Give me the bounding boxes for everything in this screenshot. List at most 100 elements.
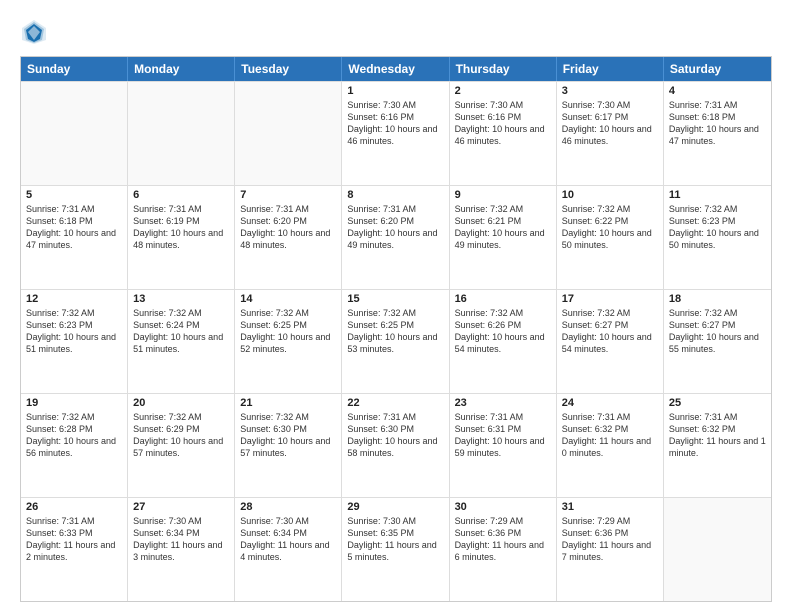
cal-cell-info: Sunrise: 7:32 AM Sunset: 6:30 PM Dayligh… <box>240 411 336 460</box>
cal-cell: 13 Sunrise: 7:32 AM Sunset: 6:24 PM Dayli… <box>128 290 235 393</box>
cal-cell: 27 Sunrise: 7:30 AM Sunset: 6:34 PM Dayli… <box>128 498 235 601</box>
cal-cell-info: Sunrise: 7:31 AM Sunset: 6:32 PM Dayligh… <box>562 411 658 460</box>
cal-week-1: 1 Sunrise: 7:30 AM Sunset: 6:16 PM Daylig… <box>21 81 771 185</box>
cal-cell-info: Sunrise: 7:31 AM Sunset: 6:18 PM Dayligh… <box>26 203 122 252</box>
cal-cell-info: Sunrise: 7:31 AM Sunset: 6:30 PM Dayligh… <box>347 411 443 460</box>
logo-icon <box>20 18 48 46</box>
cal-cell-info: Sunrise: 7:32 AM Sunset: 6:23 PM Dayligh… <box>669 203 766 252</box>
cal-cell: 29Sunrise: 7:30 AM Sunset: 6:35 PM Dayli… <box>342 498 449 601</box>
cal-header-sunday: Sunday <box>21 57 128 81</box>
cal-cell: 23 Sunrise: 7:31 AM Sunset: 6:31 PM Dayli… <box>450 394 557 497</box>
cal-cell: 17 Sunrise: 7:32 AM Sunset: 6:27 PM Dayli… <box>557 290 664 393</box>
cal-cell: 14 Sunrise: 7:32 AM Sunset: 6:25 PM Dayli… <box>235 290 342 393</box>
cal-day-number: 12 <box>26 293 122 305</box>
cal-cell: 10Sunrise: 7:32 AM Sunset: 6:22 PM Dayli… <box>557 186 664 289</box>
cal-day-number: 18 <box>669 293 766 305</box>
cal-cell-info: Sunrise: 7:32 AM Sunset: 6:27 PM Dayligh… <box>669 307 766 356</box>
cal-day-number: 13 <box>133 293 229 305</box>
cal-day-number: 11 <box>669 189 766 201</box>
cal-cell: 8 Sunrise: 7:31 AM Sunset: 6:20 PM Daylig… <box>342 186 449 289</box>
cal-cell-info: Sunrise: 7:31 AM Sunset: 6:20 PM Dayligh… <box>240 203 336 252</box>
cal-cell-info: Sunrise: 7:30 AM Sunset: 6:34 PM Dayligh… <box>133 515 229 564</box>
cal-cell: 25 Sunrise: 7:31 AM Sunset: 6:32 PM Dayli… <box>664 394 771 497</box>
cal-day-number: 8 <box>347 189 443 201</box>
cal-cell-info: Sunrise: 7:32 AM Sunset: 6:22 PM Dayligh… <box>562 203 658 252</box>
cal-cell <box>235 82 342 185</box>
cal-day-number: 23 <box>455 397 551 409</box>
cal-cell <box>21 82 128 185</box>
cal-cell: 4 Sunrise: 7:31 AM Sunset: 6:18 PM Daylig… <box>664 82 771 185</box>
cal-day-number: 16 <box>455 293 551 305</box>
cal-cell: 31 Sunrise: 7:29 AM Sunset: 6:36 PM Dayli… <box>557 498 664 601</box>
cal-cell: 6Sunrise: 7:31 AM Sunset: 6:19 PM Daylig… <box>128 186 235 289</box>
cal-cell: 16Sunrise: 7:32 AM Sunset: 6:26 PM Dayli… <box>450 290 557 393</box>
cal-cell <box>128 82 235 185</box>
cal-day-number: 4 <box>669 85 766 97</box>
cal-day-number: 26 <box>26 501 122 513</box>
cal-cell-info: Sunrise: 7:32 AM Sunset: 6:25 PM Dayligh… <box>240 307 336 356</box>
cal-day-number: 1 <box>347 85 443 97</box>
cal-cell-info: Sunrise: 7:31 AM Sunset: 6:18 PM Dayligh… <box>669 99 766 148</box>
cal-day-number: 24 <box>562 397 658 409</box>
cal-cell: 30 Sunrise: 7:29 AM Sunset: 6:36 PM Dayli… <box>450 498 557 601</box>
cal-day-number: 25 <box>669 397 766 409</box>
cal-cell: 26 Sunrise: 7:31 AM Sunset: 6:33 PM Dayli… <box>21 498 128 601</box>
cal-header-monday: Monday <box>128 57 235 81</box>
cal-cell: 9 Sunrise: 7:32 AM Sunset: 6:21 PM Daylig… <box>450 186 557 289</box>
cal-cell: 1Sunrise: 7:30 AM Sunset: 6:16 PM Daylig… <box>342 82 449 185</box>
logo <box>20 18 52 46</box>
cal-cell-info: Sunrise: 7:31 AM Sunset: 6:32 PM Dayligh… <box>669 411 766 460</box>
cal-cell: 11 Sunrise: 7:32 AM Sunset: 6:23 PM Dayli… <box>664 186 771 289</box>
cal-cell: 2 Sunrise: 7:30 AM Sunset: 6:16 PM Daylig… <box>450 82 557 185</box>
cal-day-number: 17 <box>562 293 658 305</box>
cal-cell: 18 Sunrise: 7:32 AM Sunset: 6:27 PM Dayli… <box>664 290 771 393</box>
cal-day-number: 30 <box>455 501 551 513</box>
cal-day-number: 5 <box>26 189 122 201</box>
cal-header-friday: Friday <box>557 57 664 81</box>
cal-day-number: 19 <box>26 397 122 409</box>
cal-day-number: 9 <box>455 189 551 201</box>
cal-cell-info: Sunrise: 7:30 AM Sunset: 6:16 PM Dayligh… <box>455 99 551 148</box>
cal-header-saturday: Saturday <box>664 57 771 81</box>
cal-day-number: 28 <box>240 501 336 513</box>
cal-cell: 24 Sunrise: 7:31 AM Sunset: 6:32 PM Dayli… <box>557 394 664 497</box>
cal-day-number: 6 <box>133 189 229 201</box>
cal-cell: 15Sunrise: 7:32 AM Sunset: 6:25 PM Dayli… <box>342 290 449 393</box>
cal-cell: 12 Sunrise: 7:32 AM Sunset: 6:23 PM Dayli… <box>21 290 128 393</box>
cal-week-2: 5 Sunrise: 7:31 AM Sunset: 6:18 PM Daylig… <box>21 185 771 289</box>
cal-cell-info: Sunrise: 7:31 AM Sunset: 6:33 PM Dayligh… <box>26 515 122 564</box>
cal-day-number: 7 <box>240 189 336 201</box>
cal-cell-info: Sunrise: 7:32 AM Sunset: 6:27 PM Dayligh… <box>562 307 658 356</box>
cal-day-number: 27 <box>133 501 229 513</box>
cal-cell: 20Sunrise: 7:32 AM Sunset: 6:29 PM Dayli… <box>128 394 235 497</box>
cal-week-5: 26 Sunrise: 7:31 AM Sunset: 6:33 PM Dayli… <box>21 497 771 601</box>
cal-header-tuesday: Tuesday <box>235 57 342 81</box>
cal-cell-info: Sunrise: 7:32 AM Sunset: 6:23 PM Dayligh… <box>26 307 122 356</box>
cal-header-wednesday: Wednesday <box>342 57 449 81</box>
cal-day-number: 29 <box>347 501 443 513</box>
cal-cell: 22Sunrise: 7:31 AM Sunset: 6:30 PM Dayli… <box>342 394 449 497</box>
calendar-body: 1 Sunrise: 7:30 AM Sunset: 6:16 PM Daylig… <box>21 81 771 601</box>
cal-cell: 19Sunrise: 7:32 AM Sunset: 6:28 PM Dayli… <box>21 394 128 497</box>
cal-cell-info: Sunrise: 7:30 AM Sunset: 6:17 PM Dayligh… <box>562 99 658 148</box>
cal-cell-info: Sunrise: 7:29 AM Sunset: 6:36 PM Dayligh… <box>562 515 658 564</box>
cal-cell <box>664 498 771 601</box>
cal-day-number: 3 <box>562 85 658 97</box>
header <box>20 18 772 46</box>
cal-cell-info: Sunrise: 7:32 AM Sunset: 6:21 PM Dayligh… <box>455 203 551 252</box>
cal-day-number: 2 <box>455 85 551 97</box>
cal-day-number: 14 <box>240 293 336 305</box>
cal-cell: 28Sunrise: 7:30 AM Sunset: 6:34 PM Dayli… <box>235 498 342 601</box>
cal-day-number: 21 <box>240 397 336 409</box>
cal-cell: 7 Sunrise: 7:31 AM Sunset: 6:20 PM Daylig… <box>235 186 342 289</box>
cal-cell-info: Sunrise: 7:31 AM Sunset: 6:31 PM Dayligh… <box>455 411 551 460</box>
cal-cell-info: Sunrise: 7:32 AM Sunset: 6:24 PM Dayligh… <box>133 307 229 356</box>
cal-cell: 21 Sunrise: 7:32 AM Sunset: 6:30 PM Dayli… <box>235 394 342 497</box>
cal-day-number: 31 <box>562 501 658 513</box>
cal-cell-info: Sunrise: 7:32 AM Sunset: 6:29 PM Dayligh… <box>133 411 229 460</box>
cal-week-3: 12 Sunrise: 7:32 AM Sunset: 6:23 PM Dayli… <box>21 289 771 393</box>
cal-cell-info: Sunrise: 7:29 AM Sunset: 6:36 PM Dayligh… <box>455 515 551 564</box>
cal-cell: 5 Sunrise: 7:31 AM Sunset: 6:18 PM Daylig… <box>21 186 128 289</box>
cal-cell-info: Sunrise: 7:31 AM Sunset: 6:20 PM Dayligh… <box>347 203 443 252</box>
calendar-header-row: SundayMondayTuesdayWednesdayThursdayFrid… <box>21 57 771 81</box>
